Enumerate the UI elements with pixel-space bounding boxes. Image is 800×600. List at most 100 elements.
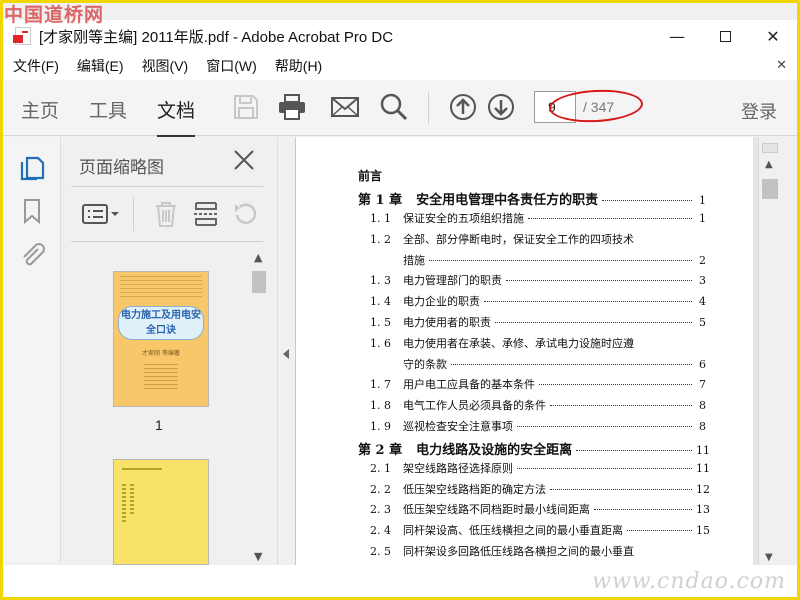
bookmark-icon[interactable] (18, 197, 46, 225)
toc-entry[interactable]: 1. 8 电气工作人员必须具备的条件 8 (358, 397, 706, 418)
toc-chapter[interactable]: 第 2 章电力线路及设施的安全距离 11 (358, 439, 710, 460)
rotate-page-icon[interactable] (231, 199, 261, 229)
toc-entry[interactable]: 1. 5 电力使用者的职责 5 (358, 314, 706, 335)
close-window-button[interactable]: ✕ (749, 20, 797, 52)
toc-entry[interactable]: 措施 2 (358, 252, 706, 273)
scroll-up-icon[interactable]: ▲ (765, 159, 773, 170)
thumbnails-scrollbar[interactable]: ▲ ▼ (251, 249, 267, 565)
toc-entry[interactable]: 1. 1 保证安全的五项组织措施 1 (358, 210, 706, 231)
toc-leader-dots (550, 405, 692, 407)
thumbnails-title: 页面缩略图 (79, 158, 164, 178)
thumb-book-title: 电力施工及用电安全口诀 (118, 306, 204, 340)
tab-tools[interactable]: 工具 (89, 96, 127, 123)
pdf-page: 前言 第 1 章安全用电管理中各责任方的职责 1 1. 1 保证安全的五项组织措施 1 1… (295, 137, 753, 565)
watermark-bottom: www.cndao.com (592, 569, 786, 594)
toc-entry[interactable]: 守的条款 6 (358, 356, 706, 377)
toc-entry[interactable]: 1. 9 巡视检查安全注意事项 8 (358, 418, 706, 439)
thumb-author: 才家刚 等编著 (142, 350, 180, 357)
print-icon[interactable] (277, 92, 307, 122)
toc-entry[interactable]: 2. 4 同杆架设高、低压线横担之间的最小垂直距离 15 (358, 522, 710, 543)
thumb-text-lines (120, 276, 202, 298)
toc-number: 1. 7 (370, 378, 391, 392)
toc-page-number: 1 (699, 212, 706, 225)
thumb-text-lines (144, 364, 178, 392)
maximize-icon (719, 30, 731, 42)
pdf-file-icon (13, 27, 31, 45)
toc-leader-dots (602, 200, 692, 201)
thumbnails-panel: 页面缩略图 电力施工及用电安全口诀 才家刚 等编著 1 ▲ ▼ (61, 137, 277, 565)
close-panel-icon[interactable] (231, 147, 257, 173)
menu-edit[interactable]: 编辑(E) (77, 56, 124, 76)
panel-collapse-handle[interactable] (277, 137, 295, 565)
menu-window[interactable]: 窗口(W) (206, 56, 257, 76)
toc-entry[interactable]: 1. 3 电力管理部门的职责 3 (358, 272, 706, 293)
close-document-icon[interactable]: ✕ (776, 58, 787, 73)
toc-leader-dots (506, 280, 692, 282)
document-scrollbar[interactable]: ▲ ▼ (758, 137, 780, 565)
mail-icon[interactable] (330, 92, 360, 122)
toc-title: 措施 (403, 253, 425, 267)
minimize-icon: — (669, 26, 685, 46)
toc-title: 电力使用者的职责 (403, 315, 491, 329)
toc-page-number: 1 (699, 194, 706, 207)
toc-leader-dots (550, 488, 692, 490)
toc-entry[interactable]: 1. 7 用户电工应具备的基本条件 7 (358, 376, 706, 397)
toc-page-number: 2 (699, 253, 706, 267)
menu-view[interactable]: 视图(V) (142, 56, 189, 76)
scroll-down-icon[interactable]: ▼ (765, 552, 773, 563)
tab-home[interactable]: 主页 (21, 96, 59, 123)
toc-entry[interactable]: 2. 2 低压架空线路档距的确定方法 12 (358, 481, 710, 502)
toc-leader-dots (528, 218, 692, 219)
menu-help[interactable]: 帮助(H) (275, 56, 322, 76)
menu-file[interactable]: 文件(F) (13, 56, 59, 76)
toc-page-number: 13 (696, 503, 710, 517)
page-thumbnail[interactable] (113, 459, 209, 565)
toc-title: 电力使用者在承装、承修、承试电力设施时应遵 (403, 336, 634, 350)
toc-title: 安全用电管理中各责任方的职责 (416, 193, 599, 208)
toc-title: 全部、部分停断电时，保证安全工作的四项技术 (403, 232, 634, 246)
login-link[interactable]: 登录 (741, 98, 777, 124)
page-thumbnail[interactable]: 电力施工及用电安全口诀 才家刚 等编著 (113, 271, 209, 407)
menu-bar: 文件(F) 编辑(E) 视图(V) 窗口(W) 帮助(H) ✕ (3, 52, 797, 80)
toc-page-number: 15 (696, 524, 710, 538)
toc-leader-dots (495, 321, 692, 323)
toc-leader-dots (627, 530, 692, 532)
thumbnail-options-icon[interactable] (81, 199, 121, 229)
toc-page-number: 6 (699, 357, 706, 371)
toc-entry[interactable]: 1. 4 电力企业的职责 4 (358, 293, 706, 314)
scrollbar-thumb[interactable] (762, 179, 778, 199)
main-toolbar: 主页 工具 文档 9 / 347 登录 (3, 80, 797, 138)
toc-title: 守的条款 (403, 357, 447, 371)
toc-title: 巡视检查安全注意事项 (403, 419, 513, 433)
delete-page-icon[interactable] (151, 199, 181, 229)
toc-title: 电力管理部门的职责 (403, 274, 502, 288)
toc-entry[interactable]: 1. 2 全部、部分停断电时，保证安全工作的四项技术 (358, 231, 706, 252)
extract-page-icon[interactable] (191, 199, 221, 229)
toc-page-number: 12 (696, 482, 710, 496)
document-view[interactable]: 前言 第 1 章安全用电管理中各责任方的职责 1 1. 1 保证安全的五项组织措施 1 1… (295, 137, 758, 565)
toc-leader-dots (576, 449, 692, 451)
toc-title: 低压架空线路不同档距时最小线间距离 (403, 503, 590, 517)
collapse-arrow-icon (283, 349, 289, 359)
next-page-icon[interactable] (486, 92, 516, 122)
scroll-down-icon[interactable]: ▼ (254, 550, 262, 563)
split-view-handle[interactable] (762, 143, 778, 153)
toc-page-number: 11 (696, 443, 710, 457)
thumb-text-lines (122, 468, 162, 470)
maximize-button[interactable] (701, 20, 749, 52)
toc-entry[interactable]: 2. 1 架空线路路径选择原则 11 (358, 460, 710, 481)
toc-entry[interactable]: 2. 5 同杆架设多回路低压线路各横担之间的最小垂直 (358, 543, 706, 564)
page-thumbnails-icon[interactable] (18, 153, 46, 181)
previous-page-icon[interactable] (448, 92, 478, 122)
tab-document[interactable]: 文档 (157, 96, 196, 138)
toc-chapter[interactable]: 第 1 章安全用电管理中各责任方的职责 1 (358, 189, 706, 210)
toc-entry[interactable]: 2. 3 低压架空线路不同档距时最小线间距离 13 (358, 501, 710, 522)
minimize-button[interactable]: — (653, 20, 701, 52)
search-icon[interactable] (379, 92, 409, 122)
toc-leader-dots (517, 425, 692, 427)
toc-entry[interactable]: 1. 6 电力使用者在承装、承修、承试电力设施时应遵 (358, 335, 706, 356)
scrollbar-thumb[interactable] (252, 271, 266, 293)
scroll-up-icon[interactable]: ▲ (254, 251, 262, 264)
save-icon[interactable] (231, 92, 261, 122)
attachment-icon[interactable] (18, 241, 46, 269)
